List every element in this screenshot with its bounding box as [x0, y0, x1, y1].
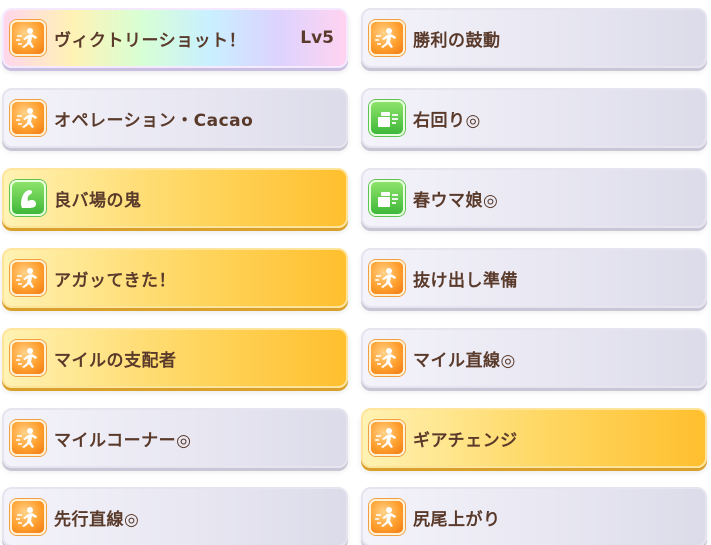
skill-card-gear-change[interactable]: ギアチェンジ: [361, 408, 707, 468]
skill-label: ヴィクトリーショット！: [54, 30, 247, 51]
speed-icon: [369, 420, 405, 456]
skill-label: 春ウマ娘◎: [413, 190, 499, 211]
speed-icon: [10, 20, 46, 56]
skill-card-front-straight[interactable]: 先行直線◎: [2, 487, 348, 545]
skill-label: 先行直線◎: [54, 509, 140, 530]
speed-icon: [369, 260, 405, 296]
skill-label: 良バ場の鬼: [54, 190, 142, 211]
skill-label: 抜け出し準備: [413, 270, 518, 291]
green-stat-icon: [369, 180, 405, 216]
speed-icon: [369, 499, 405, 535]
skill-label: マイルの支配者: [54, 350, 177, 371]
speed-icon: [369, 20, 405, 56]
green-stat-icon: [369, 100, 405, 136]
speed-icon: [10, 420, 46, 456]
speed-icon: [10, 260, 46, 296]
skill-label: 勝利の鼓動: [413, 30, 501, 51]
skill-card-good-ground-demon[interactable]: 良バ場の鬼: [2, 168, 348, 228]
skill-card-mile-corner[interactable]: マイルコーナー◎: [2, 408, 348, 468]
skill-label: マイル直線◎: [413, 350, 516, 371]
skill-card-mile-ruler[interactable]: マイルの支配者: [2, 328, 348, 388]
skill-card-operation-cacao[interactable]: オペレーション・Cacao: [2, 88, 348, 148]
speed-icon: [10, 499, 46, 535]
skill-card-right-turn[interactable]: 右回り◎: [361, 88, 707, 148]
skill-card-spring-uma[interactable]: 春ウマ娘◎: [361, 168, 707, 228]
skill-card-tail-up[interactable]: 尻尾上がり: [361, 487, 707, 545]
green-stat-icon: [10, 180, 46, 216]
skill-card-hyped-up[interactable]: アガッてきた！: [2, 248, 348, 308]
skill-label: オペレーション・Cacao: [54, 110, 254, 131]
speed-icon: [10, 340, 46, 376]
skill-level: Lv5: [300, 28, 334, 48]
skill-card-victory-pulse[interactable]: 勝利の鼓動: [361, 8, 707, 68]
skill-grid: ヴィクトリーショット！ Lv5 勝利の鼓動 オペレーション・Cacao 右回り◎…: [0, 0, 711, 545]
skill-label: アガッてきた！: [54, 270, 176, 291]
skill-label: ギアチェンジ: [413, 430, 518, 451]
skill-card-breakout-prep[interactable]: 抜け出し準備: [361, 248, 707, 308]
skill-label: 尻尾上がり: [413, 509, 501, 530]
skill-card-mile-straight[interactable]: マイル直線◎: [361, 328, 707, 388]
skill-card-victory-shot[interactable]: ヴィクトリーショット！ Lv5: [2, 8, 348, 68]
speed-icon: [369, 340, 405, 376]
skill-label: 右回り◎: [413, 110, 481, 131]
skill-label: マイルコーナー◎: [54, 430, 192, 451]
speed-icon: [10, 100, 46, 136]
